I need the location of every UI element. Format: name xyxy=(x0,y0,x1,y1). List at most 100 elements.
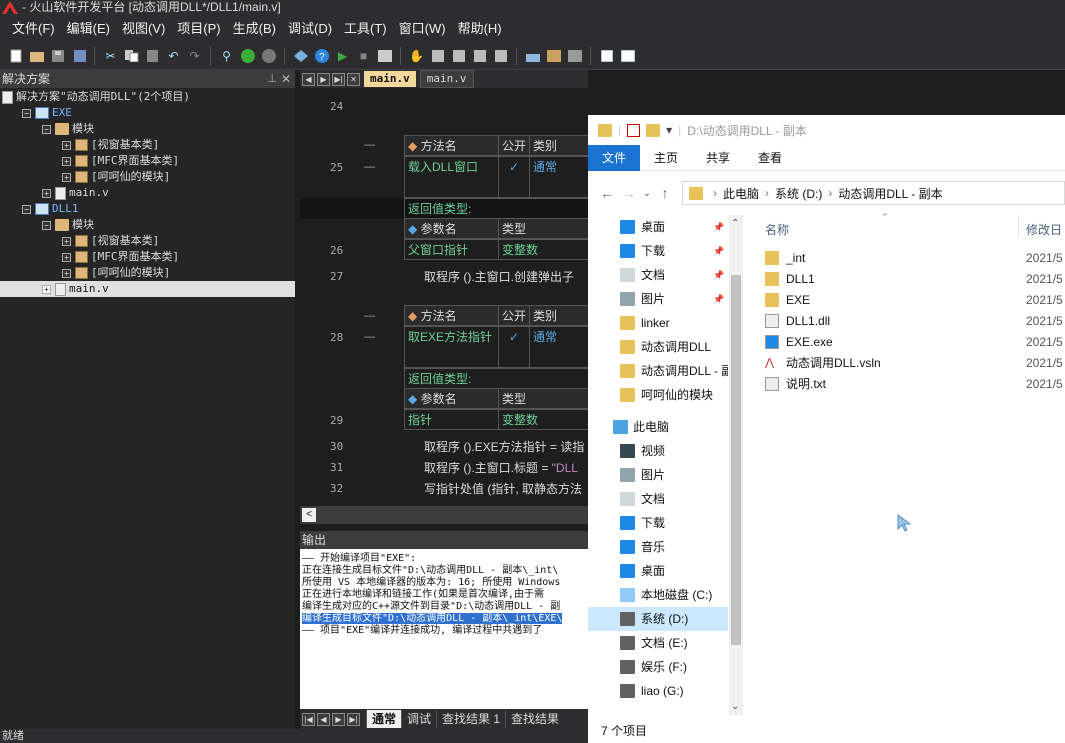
expand-icon[interactable]: + xyxy=(42,284,51,294)
nav-item[interactable]: 系统 (D:) xyxy=(588,607,728,631)
nav-item[interactable]: 桌面 📌 xyxy=(588,215,728,239)
menu-edit[interactable]: 编辑(E) xyxy=(61,16,116,42)
collapse-icon[interactable]: − xyxy=(42,220,51,230)
public-check-icon[interactable]: ✓ xyxy=(498,156,530,198)
tree-item[interactable]: + main.v xyxy=(0,281,295,297)
expand-icon[interactable]: + xyxy=(42,188,51,198)
close-icon[interactable]: ✕ xyxy=(281,70,291,88)
fold-marker[interactable]: — xyxy=(364,310,375,322)
file-row[interactable]: ⋀ 动态调用DLL.vsln 2021/5 xyxy=(753,353,1065,374)
tree-item[interactable]: − DLL1 xyxy=(0,201,295,217)
collapse-icon[interactable]: − xyxy=(22,204,31,214)
nav-item[interactable]: 本地磁盘 (C:) xyxy=(588,583,728,607)
column-header-date[interactable]: 修改日 xyxy=(1026,221,1062,238)
pin-icon[interactable]: 📌 xyxy=(713,287,724,311)
screenshot-icon[interactable] xyxy=(375,46,394,65)
menu-window[interactable]: 窗口(W) xyxy=(393,16,452,42)
nav-item[interactable]: 图片 xyxy=(588,463,728,487)
expand-icon[interactable]: + xyxy=(62,252,71,262)
pin-icon[interactable]: ⊥ xyxy=(267,70,277,88)
tree-item[interactable]: − EXE xyxy=(0,105,295,121)
file-row[interactable]: EXE.exe 2021/5 xyxy=(753,332,1065,353)
nav-item[interactable]: 下载 📌 xyxy=(588,239,728,263)
properties-icon[interactable] xyxy=(618,46,637,65)
tab-main-v[interactable]: main.v xyxy=(419,70,474,88)
clear-icon[interactable] xyxy=(565,46,584,65)
code-editor[interactable]: 24 — ◆ 方法名 公开 类别 25 — 载入DLL窗口 ✓ 通常 返回值类型… xyxy=(300,88,588,506)
ribbon-tab-share[interactable]: 共享 xyxy=(692,145,744,171)
column-header-name[interactable]: 名称 xyxy=(765,221,789,238)
ribbon-tab-home[interactable]: 主页 xyxy=(640,145,692,171)
method-name-cell[interactable]: 取EXE方法指针 xyxy=(404,326,499,368)
tree-item[interactable]: + [视窗基本类] xyxy=(0,233,295,249)
output-text[interactable]: —— 开始编译项目"EXE": 正在连接生成目标文件"D:\动态调用DLL - … xyxy=(300,549,588,709)
tab-scroll-left-icon[interactable]: ◀ xyxy=(302,72,315,86)
menu-view[interactable]: 视图(V) xyxy=(116,16,171,42)
chart-icon[interactable] xyxy=(523,46,542,65)
nav-item[interactable]: 文档 (E:) xyxy=(588,631,728,655)
paste-icon[interactable] xyxy=(143,46,162,65)
menu-build[interactable]: 生成(B) xyxy=(227,16,282,42)
pin-icon[interactable]: 📌 xyxy=(713,239,724,263)
file-row[interactable]: EXE 2021/5 xyxy=(753,290,1065,311)
chevron-right-icon[interactable]: › xyxy=(759,186,775,200)
expand-icon[interactable]: + xyxy=(62,268,71,278)
fold-marker[interactable]: — xyxy=(364,139,375,151)
layers-icon[interactable] xyxy=(544,46,563,65)
column-divider[interactable] xyxy=(1018,215,1019,237)
menu-project[interactable]: 项目(P) xyxy=(171,16,226,42)
nav-item[interactable]: 动态调用DLL - 副 xyxy=(588,359,728,383)
build-icon[interactable] xyxy=(291,46,310,65)
nav-back-icon[interactable] xyxy=(238,46,257,65)
param-type-cell[interactable]: 变整数 xyxy=(498,409,588,430)
collapse-icon[interactable]: − xyxy=(22,108,31,118)
code-line[interactable]: 取程序 ().EXE方法指针 = 读指 xyxy=(424,438,584,455)
nav-item[interactable]: 桌面 xyxy=(588,559,728,583)
save-all-icon[interactable] xyxy=(69,46,88,65)
file-row[interactable]: DLL1.dll 2021/5 xyxy=(753,311,1065,332)
menu-debug[interactable]: 调试(D) xyxy=(282,16,338,42)
help-icon[interactable]: ? xyxy=(312,46,331,65)
recent-dropdown-icon[interactable]: ⌄ xyxy=(640,188,654,199)
next-tab-icon[interactable]: ▶ xyxy=(332,712,345,726)
last-tab-icon[interactable]: ▶| xyxy=(347,712,360,726)
scroll-left-icon[interactable]: < xyxy=(302,508,316,522)
expand-icon[interactable]: + xyxy=(62,172,71,182)
nav-forward-icon[interactable] xyxy=(259,46,278,65)
nav-item[interactable]: 音乐 xyxy=(588,535,728,559)
tab-list-icon[interactable]: ▶| xyxy=(332,72,345,86)
breadcrumb-folder[interactable]: 动态调用DLL - 副本 xyxy=(838,185,942,202)
file-row[interactable]: _int 2021/5 xyxy=(753,248,1065,269)
ribbon-tab-view[interactable]: 查看 xyxy=(744,145,796,171)
chevron-right-icon[interactable]: › xyxy=(707,186,723,200)
prev-tab-icon[interactable]: ◀ xyxy=(317,712,330,726)
expand-icon[interactable]: + xyxy=(62,236,71,246)
stop-icon[interactable]: ■ xyxy=(354,46,373,65)
tree-item[interactable]: + [MFC界面基本类] xyxy=(0,153,295,169)
tree-item[interactable]: 解决方案"动态调用DLL"(2个项目) xyxy=(0,89,295,105)
tree-item[interactable]: + [呵呵仙的模块] xyxy=(0,169,295,185)
output-window-icon[interactable] xyxy=(597,46,616,65)
tree-item[interactable]: − 模块 xyxy=(0,121,295,137)
copy-icon[interactable] xyxy=(122,46,141,65)
expand-icon[interactable]: + xyxy=(62,156,71,166)
redo-icon[interactable]: ↷ xyxy=(185,46,204,65)
forward-arrow-icon[interactable]: → xyxy=(618,185,640,201)
new-folder-icon[interactable] xyxy=(646,123,661,137)
new-file-icon[interactable] xyxy=(6,46,25,65)
scroll-down-icon[interactable]: ⌄ xyxy=(731,701,739,712)
collapse-icon[interactable]: − xyxy=(42,124,51,134)
tab-scroll-right-icon[interactable]: ▶ xyxy=(317,72,330,86)
nav-item[interactable]: 娱乐 (F:) xyxy=(588,655,728,679)
tree-item[interactable]: + [视窗基本类] xyxy=(0,137,295,153)
breadcrumb-drive-d[interactable]: 系统 (D:) xyxy=(775,185,822,202)
cut-icon[interactable]: ✂ xyxy=(101,46,120,65)
save-icon[interactable] xyxy=(48,46,67,65)
address-bar[interactable]: › 此电脑 › 系统 (D:) › 动态调用DLL - 副本 xyxy=(682,181,1065,205)
method-kind-cell[interactable]: 通常 xyxy=(529,326,588,368)
hand-icon[interactable]: ✋ xyxy=(407,46,426,65)
up-arrow-icon[interactable]: ↑ xyxy=(654,185,676,201)
first-tab-icon[interactable]: |◀ xyxy=(302,712,315,726)
breakpoint-icon[interactable] xyxy=(491,46,510,65)
properties-check-icon[interactable] xyxy=(627,123,641,137)
